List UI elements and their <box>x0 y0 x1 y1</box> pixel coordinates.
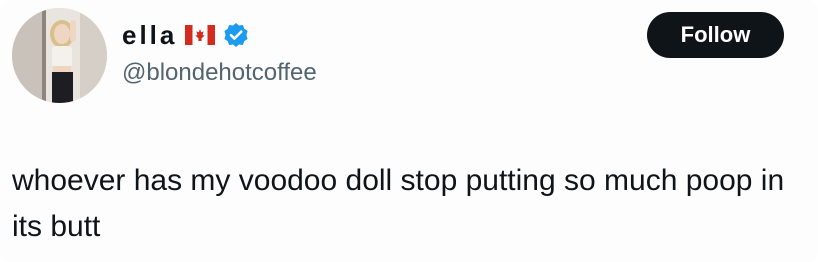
avatar-photo <box>12 8 107 103</box>
canada-flag-icon <box>185 25 216 45</box>
follow-button[interactable]: Follow <box>647 12 784 58</box>
avatar[interactable] <box>12 8 107 103</box>
tweet-card: ella @blondehotcoffee Follow whoever has… <box>0 0 818 262</box>
author-handle[interactable]: @blondehotcoffee <box>122 58 317 88</box>
tweet-text: whoever has my voodoo doll stop putting … <box>12 164 785 243</box>
verified-badge-icon <box>223 22 249 48</box>
display-name[interactable]: ella <box>122 20 177 50</box>
author-name-row: ella <box>122 20 249 50</box>
